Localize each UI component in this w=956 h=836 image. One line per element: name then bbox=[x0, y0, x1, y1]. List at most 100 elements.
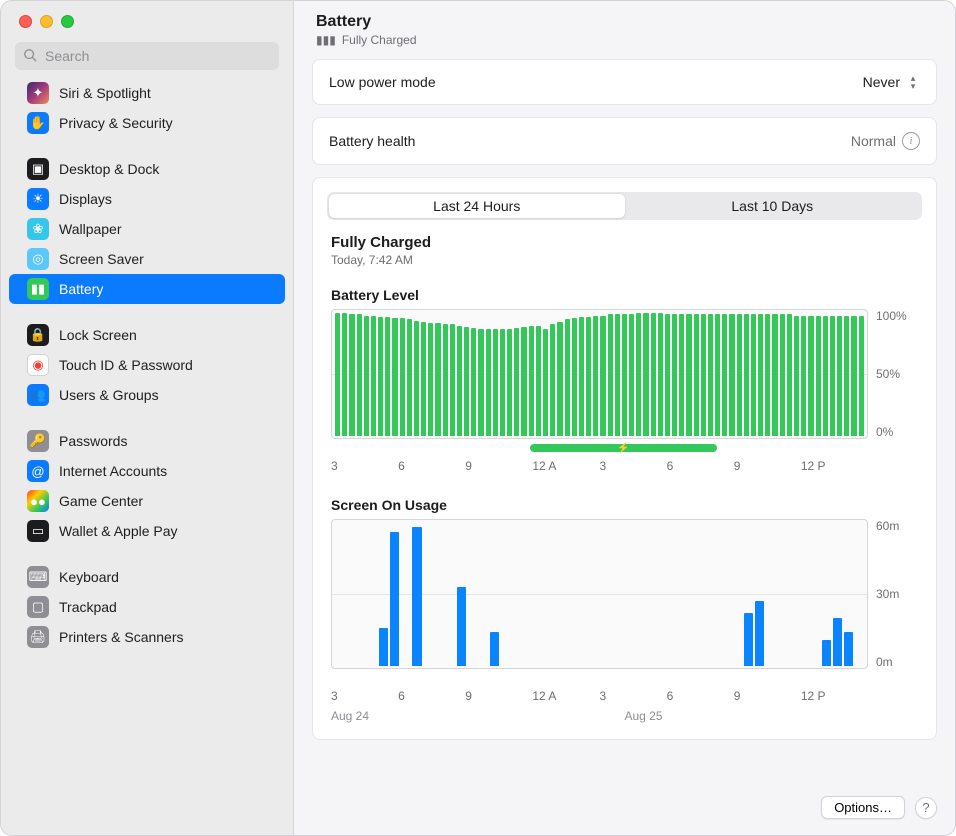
usage-bar bbox=[412, 527, 421, 666]
battery-bar bbox=[737, 314, 742, 436]
sidebar-item-internet-accounts[interactable]: @Internet Accounts bbox=[9, 456, 285, 486]
sidebar-item-label: Internet Accounts bbox=[59, 463, 167, 479]
usage-bar bbox=[379, 628, 388, 666]
battery-bar bbox=[521, 327, 526, 436]
battery-bar bbox=[701, 314, 706, 436]
sidebar-item-passwords[interactable]: 🔑Passwords bbox=[9, 426, 285, 456]
battery-bar bbox=[357, 314, 362, 436]
sidebar-item-label: Privacy & Security bbox=[59, 115, 173, 131]
battery-bar bbox=[808, 316, 813, 436]
battery-bar bbox=[844, 316, 849, 436]
sidebar-item-touch-id-password[interactable]: ◉ Touch ID & Password bbox=[9, 350, 285, 380]
sidebar-item-privacy-security[interactable]: ✋Privacy & Security bbox=[9, 108, 285, 138]
battery-bar bbox=[672, 314, 677, 436]
info-icon[interactable]: i bbox=[902, 132, 920, 150]
minimize-button[interactable] bbox=[40, 15, 53, 28]
options-button[interactable]: Options… bbox=[821, 796, 905, 819]
battery-bar bbox=[565, 319, 570, 436]
desktop-dock-icon: ▣ bbox=[27, 158, 49, 180]
battery-bar bbox=[823, 316, 828, 436]
battery-bar bbox=[837, 316, 842, 436]
battery-bar bbox=[830, 316, 835, 436]
sidebar-item-label: Battery bbox=[59, 281, 103, 297]
sidebar-item-label: Game Center bbox=[59, 493, 143, 509]
sidebar-item-desktop-dock[interactable]: ▣Desktop & Dock bbox=[9, 154, 285, 184]
battery-bar bbox=[780, 314, 785, 436]
sidebar-item-wallpaper[interactable]: ❀Wallpaper bbox=[9, 214, 285, 244]
chart-battery-level bbox=[331, 309, 868, 439]
search-input[interactable] bbox=[15, 42, 279, 70]
sidebar-item-label: Users & Groups bbox=[59, 387, 159, 403]
last-charge-time: Today, 7:42 AM bbox=[331, 253, 918, 267]
usage-bar bbox=[457, 587, 466, 666]
battery-bar bbox=[816, 316, 821, 436]
sidebar-item-siri-spotlight[interactable]: ✦Siri & Spotlight bbox=[9, 78, 285, 108]
battery-bar bbox=[500, 329, 505, 436]
sidebar-item-users-groups[interactable]: 👥 Users & Groups bbox=[9, 380, 285, 410]
chart-xlabels-battery: 36912 A36912 P bbox=[331, 459, 918, 473]
sidebar-item-displays[interactable]: ☀Displays bbox=[9, 184, 285, 214]
sidebar-item-battery[interactable]: ▮▮Battery bbox=[9, 274, 285, 304]
passwords-icon: 🔑 bbox=[27, 430, 49, 452]
sidebar-item-keyboard[interactable]: ⌨Keyboard bbox=[9, 562, 285, 592]
battery-bar bbox=[859, 316, 864, 436]
battery-bar bbox=[658, 313, 663, 436]
history-segmented: Last 24 Hours Last 10 Days bbox=[327, 192, 922, 220]
battery-bar bbox=[593, 316, 598, 436]
battery-health-value: Normal bbox=[851, 133, 896, 149]
sidebar-item-label: Displays bbox=[59, 191, 112, 207]
chevron-updown-icon: ▴▾ bbox=[906, 74, 920, 90]
battery-bar bbox=[407, 319, 412, 436]
usage-bar bbox=[490, 632, 499, 666]
battery-bar bbox=[443, 324, 448, 436]
usage-bar bbox=[833, 618, 842, 666]
usage-bar bbox=[822, 640, 831, 666]
battery-bar bbox=[622, 314, 627, 436]
printers-scanners-icon: 🖨 bbox=[27, 626, 49, 648]
trackpad-icon: ▢ bbox=[27, 596, 49, 618]
battery-bar bbox=[514, 328, 519, 436]
usage-bar bbox=[744, 613, 753, 666]
sidebar-item-wallet-apple-pay[interactable]: ▭Wallet & Apple Pay bbox=[9, 516, 285, 546]
battery-bar bbox=[729, 314, 734, 436]
usage-bar bbox=[390, 532, 399, 666]
screen-saver-icon: ◎ bbox=[27, 248, 49, 270]
lock-screen-icon: 🔒 bbox=[27, 324, 49, 346]
sidebar-item-screen-saver[interactable]: ◎Screen Saver bbox=[9, 244, 285, 274]
maximize-button[interactable] bbox=[61, 15, 74, 28]
battery-bar bbox=[543, 329, 548, 436]
chart-title-usage: Screen On Usage bbox=[331, 497, 918, 513]
window-controls bbox=[1, 1, 293, 36]
chart-xlabels-usage: 36912 A36912 P bbox=[331, 689, 918, 703]
low-power-popup[interactable]: Never ▴▾ bbox=[863, 74, 920, 90]
battery-bar bbox=[615, 314, 620, 436]
battery-bar bbox=[787, 314, 792, 436]
chart-screen-usage bbox=[331, 519, 868, 669]
sidebar-item-lock-screen[interactable]: 🔒Lock Screen bbox=[9, 320, 285, 350]
help-button[interactable]: ? bbox=[915, 797, 937, 819]
page-title: Battery bbox=[316, 13, 933, 31]
sidebar-item-printers-scanners[interactable]: 🖨Printers & Scanners bbox=[9, 622, 285, 652]
close-button[interactable] bbox=[19, 15, 32, 28]
sidebar-item-label: Touch ID & Password bbox=[59, 357, 193, 373]
sidebar-item-trackpad[interactable]: ▢ Trackpad bbox=[9, 592, 285, 622]
content: Low power mode Never ▴▾ Battery health N… bbox=[294, 55, 955, 786]
battery-bar bbox=[600, 316, 605, 436]
tab-last-24-hours[interactable]: Last 24 Hours bbox=[329, 194, 625, 218]
battery-bar bbox=[486, 329, 491, 436]
battery-bar bbox=[608, 314, 613, 436]
battery-bar bbox=[665, 314, 670, 436]
touch-id-password-icon: ◉ bbox=[27, 354, 49, 376]
battery-bar bbox=[715, 314, 720, 436]
battery-bar bbox=[349, 314, 354, 436]
sidebar-item-label: Keyboard bbox=[59, 569, 119, 585]
battery-bar bbox=[586, 317, 591, 436]
battery-bar bbox=[629, 314, 634, 436]
tab-last-10-days[interactable]: Last 10 Days bbox=[625, 194, 921, 218]
users-groups-icon: 👥 bbox=[27, 384, 49, 406]
sidebar-item-game-center[interactable]: ●●Game Center bbox=[9, 486, 285, 516]
battery-bar bbox=[335, 313, 340, 436]
chart-ylabels-usage: 60m 30m 0m bbox=[868, 519, 918, 669]
battery-bar bbox=[529, 326, 534, 436]
sidebar-item-label: Trackpad bbox=[59, 599, 117, 615]
